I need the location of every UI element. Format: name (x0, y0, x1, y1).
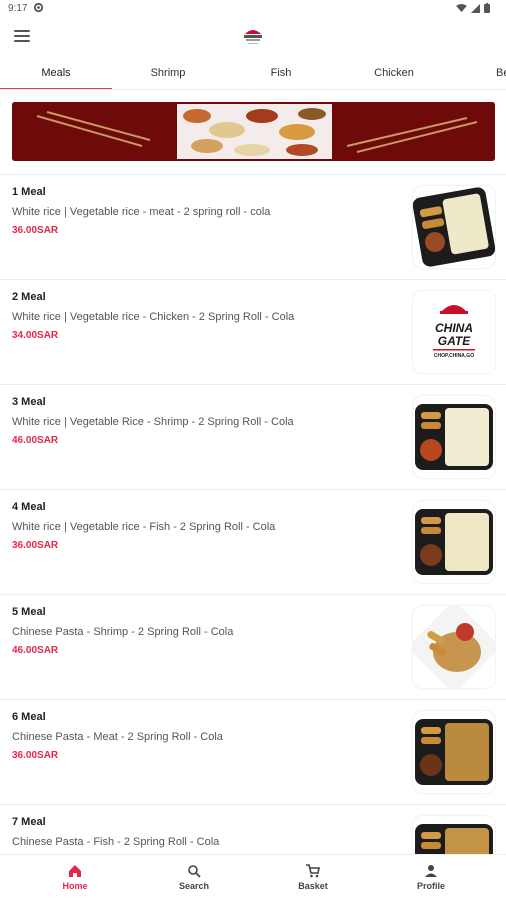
meal-title: 5 Meal (12, 606, 46, 618)
menu-icon[interactable] (14, 30, 30, 44)
meal-description: White rice | Vegetable rice - Chicken - … (12, 311, 295, 323)
person-icon (425, 865, 437, 877)
nav-home[interactable]: Home (15, 855, 135, 900)
meal-image (413, 501, 495, 583)
china-gate-logo: CHINA GATE CHOP.CHINA.GO (413, 291, 495, 373)
meal-title: 6 Meal (12, 711, 46, 723)
meal-title: 7 Meal (12, 816, 46, 828)
meal-title: 3 Meal (12, 396, 46, 408)
nav-profile[interactable]: Profile (371, 855, 491, 900)
nav-basket-label: Basket (298, 881, 328, 891)
list-item[interactable]: 4 Meal White rice | Vegetable rice - Fis… (0, 489, 506, 594)
promo-banner[interactable] (12, 102, 495, 161)
cart-icon (306, 864, 320, 878)
battery-icon (484, 3, 490, 13)
nav-basket[interactable]: Basket (253, 855, 373, 900)
meal-description: Chinese Pasta - Meat - 2 Spring Roll - C… (12, 731, 223, 743)
category-tabs: Meals Shrimp Fish Chicken Be (0, 58, 506, 90)
nav-search[interactable]: Search (134, 855, 254, 900)
list-item[interactable]: 1 Meal White rice | Vegetable rice - mea… (0, 174, 506, 279)
banner-image (12, 102, 495, 161)
meal-description: Chinese Pasta - Shrimp - 2 Spring Roll -… (12, 626, 234, 638)
list-item[interactable]: 5 Meal Chinese Pasta - Shrimp - 2 Spring… (0, 594, 506, 699)
list-item[interactable]: 3 Meal White rice | Vegetable Rice - Shr… (0, 384, 506, 489)
app-bar (0, 18, 506, 58)
status-time: 9:17 (8, 3, 28, 14)
list-item[interactable]: 2 Meal White rice | Vegetable rice - Chi… (0, 279, 506, 384)
meal-image: CHINA GATE CHOP.CHINA.GO (413, 291, 495, 373)
meal-image (413, 186, 495, 268)
meal-title: 2 Meal (12, 291, 46, 303)
meal-price: 46.00SAR (12, 645, 59, 656)
meal-title: 4 Meal (12, 501, 46, 513)
tab-chicken[interactable]: Chicken (338, 58, 450, 89)
meal-price: 36.00SAR (12, 540, 59, 551)
meal-image (413, 396, 495, 478)
meal-description: Chinese Pasta - Fish - 2 Spring Roll - C… (12, 836, 220, 848)
meal-description: White rice | Vegetable Rice - Shrimp - 2… (12, 416, 294, 428)
home-icon (69, 865, 81, 877)
meal-price: 46.00SAR (12, 435, 59, 446)
meal-price: 36.00SAR (12, 225, 59, 236)
list-item[interactable]: 6 Meal Chinese Pasta - Meat - 2 Spring R… (0, 699, 506, 804)
tab-fish[interactable]: Fish (225, 58, 337, 89)
tab-meals[interactable]: Meals (0, 58, 112, 89)
tab-shrimp[interactable]: Shrimp (112, 58, 224, 89)
status-bar: 9:17 (0, 0, 506, 18)
signal-icon (471, 3, 480, 13)
meal-image (413, 711, 495, 793)
nav-search-label: Search (178, 881, 210, 891)
brand-logo-icon (244, 30, 262, 44)
meal-price: 34.00SAR (12, 330, 59, 341)
meal-description: White rice | Vegetable rice - meat - 2 s… (12, 206, 271, 218)
bottom-nav: Home Search Basket Profile (0, 854, 506, 900)
meal-title: 1 Meal (12, 186, 46, 198)
search-icon (188, 865, 201, 878)
meal-price: 36.00SAR (12, 750, 59, 761)
logo-line2: GATE (438, 334, 471, 348)
tab-more[interactable]: Be (450, 58, 506, 89)
logo-line1: CHINA (435, 321, 473, 335)
nav-profile-label: Profile (416, 881, 445, 891)
wifi-icon (456, 3, 467, 12)
nav-home-label: Home (62, 881, 88, 891)
meal-description: White rice | Vegetable rice - Fish - 2 S… (12, 521, 276, 533)
status-icons (456, 3, 490, 13)
logo-line3: CHOP.CHINA.GO (434, 353, 474, 359)
settings-gear-icon (33, 2, 44, 13)
meal-image (413, 606, 495, 688)
